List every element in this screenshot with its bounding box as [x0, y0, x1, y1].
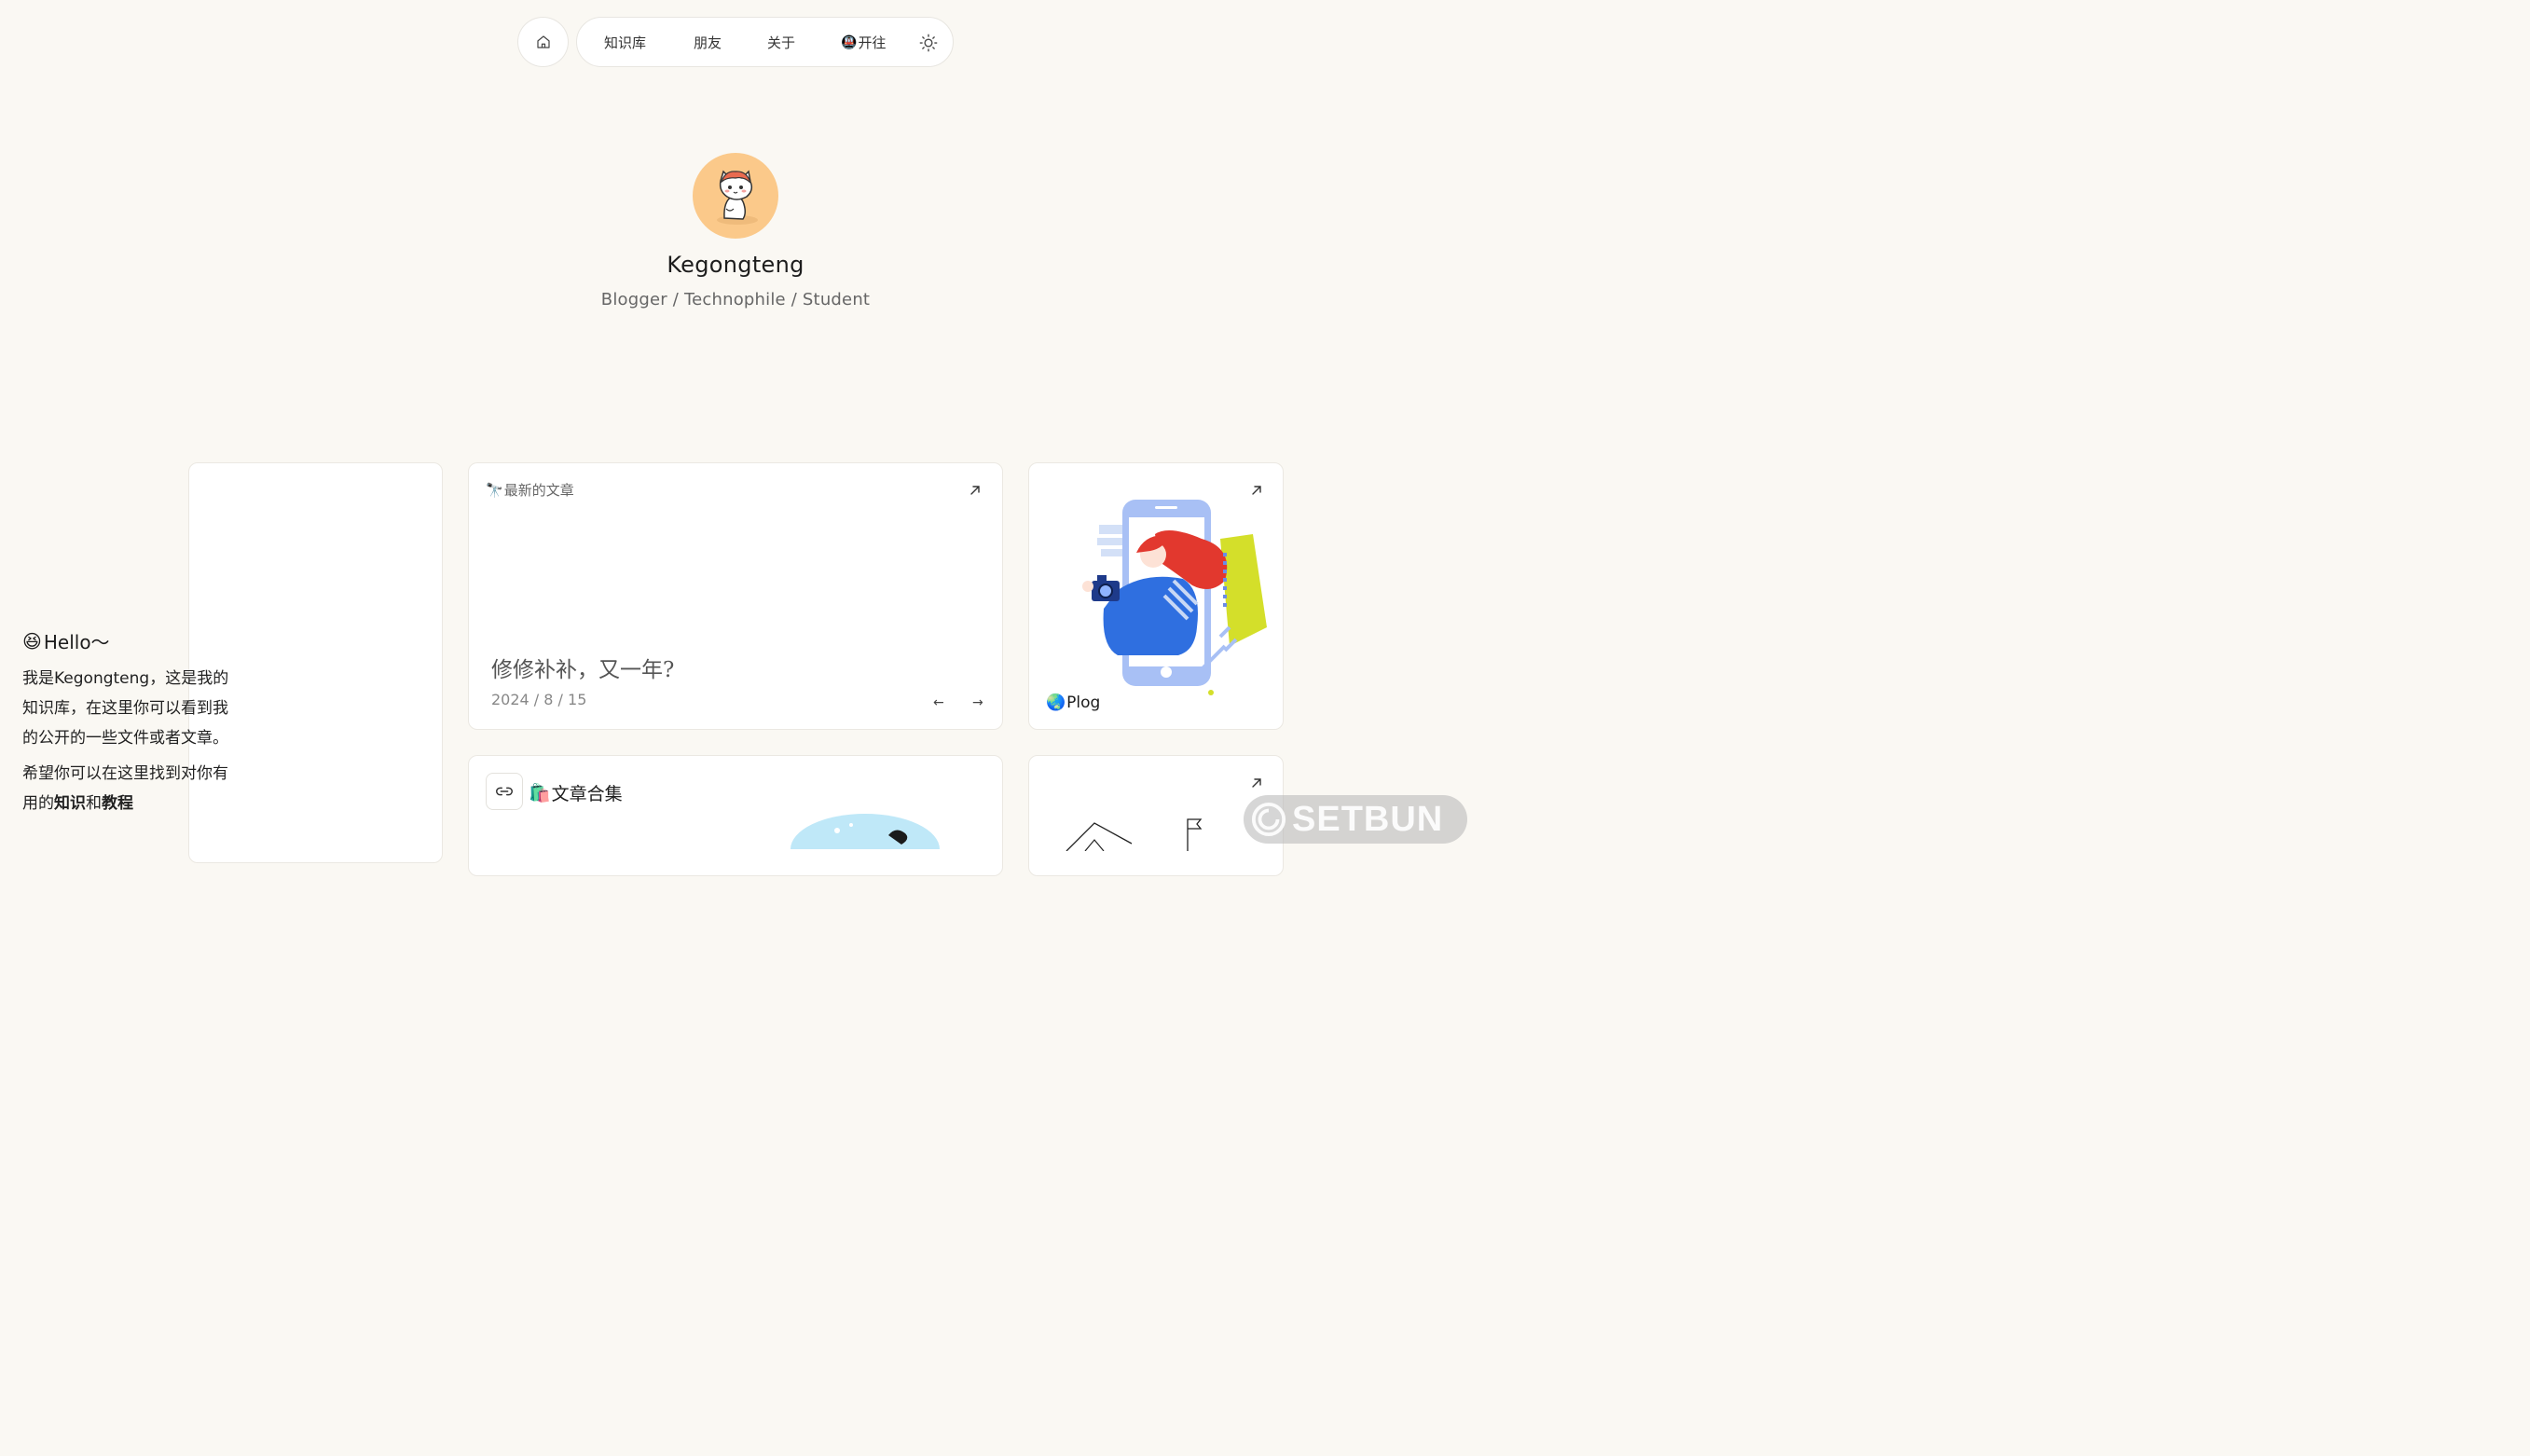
arrow-up-right-icon[interactable] — [1249, 483, 1264, 498]
page: 知识库 朋友 关于 🚇 开往 Kegongteng Blogger / Tech… — [0, 0, 1467, 876]
metro-emoji-icon: 🚇 — [841, 34, 858, 50]
profile-name: Kegongteng — [667, 252, 804, 278]
hello-bold-tutorial: 教程 — [102, 794, 133, 813]
nav-bar: 知识库 朋友 关于 🚇 开往 — [576, 17, 954, 67]
telescope-emoji-icon: 🔭 — [486, 481, 503, 499]
plog-label: 🌏 Plog — [1046, 694, 1100, 712]
globe-emoji-icon: 🌏 — [1046, 694, 1066, 712]
hello-title-text: Hello～ — [43, 631, 110, 653]
watermark-logo-icon — [1251, 802, 1286, 837]
nav-item-travelling[interactable]: 🚇 开往 — [841, 33, 886, 52]
latest-article-label-text: 最新的文章 — [503, 482, 574, 499]
nav-item-about[interactable]: 关于 — [767, 33, 795, 52]
hello-body: 我是Kegongteng，这是我的知识库，在这里你可以看到我的公开的一些文件或者… — [22, 664, 237, 824]
shopping-bags-emoji-icon: 🛍️ — [529, 783, 551, 804]
collection-illustration — [791, 814, 940, 849]
cat-avatar-icon — [717, 170, 758, 225]
latest-article-title[interactable]: 修修补补，又一年? — [491, 652, 674, 683]
hello-paragraph-2-mid: 和 — [86, 794, 102, 813]
sun-icon[interactable] — [918, 33, 939, 53]
watermark-text: SETBUN — [1292, 799, 1444, 839]
avatar — [693, 153, 778, 239]
arrow-up-right-icon[interactable] — [968, 483, 983, 498]
latest-article-card[interactable]: 🔭 最新的文章 修修补补，又一年? 2024 / 8 / 15 ← → — [468, 462, 1003, 730]
hello-paragraph-2: 希望你可以在这里找到对你有用的知识和教程 — [22, 759, 237, 818]
plog-label-text: Plog — [1066, 694, 1101, 712]
photographer-illustration — [1082, 500, 1267, 695]
hello-title: 😆 Hello～ — [22, 627, 110, 654]
article-collection-label: 🛍️ 文章合集 — [529, 780, 623, 805]
profile-tagline: Blogger / Technophile / Student — [600, 290, 871, 309]
latest-article-label: 🔭 最新的文章 — [486, 480, 574, 500]
next-article-button[interactable]: → — [972, 695, 983, 710]
link-button[interactable] — [486, 773, 523, 810]
latest-article-date: 2024 / 8 / 15 — [491, 691, 587, 708]
laughing-emoji-icon: 😆 — [22, 629, 42, 652]
home-button[interactable] — [517, 17, 569, 67]
article-collection-card[interactable]: 🛍️ 文章合集 — [468, 755, 1003, 876]
plog-card[interactable]: 🌏 Plog — [1028, 462, 1284, 730]
home-icon — [536, 35, 550, 48]
nav-item-friends[interactable]: 朋友 — [694, 33, 722, 52]
article-collection-label-text: 文章合集 — [551, 784, 623, 804]
hello-bold-knowledge: 知识 — [54, 794, 86, 813]
mountain-flag-illustration — [1066, 818, 1203, 851]
nav-item-travelling-label: 开往 — [858, 34, 887, 51]
watermark: SETBUN — [1244, 795, 1467, 844]
arrow-up-right-icon[interactable] — [1249, 776, 1264, 790]
link-icon — [496, 787, 513, 796]
prev-article-button[interactable]: ← — [933, 695, 944, 710]
nav-item-knowledge[interactable]: 知识库 — [604, 33, 646, 52]
hello-paragraph-1: 我是Kegongteng，这是我的知识库，在这里你可以看到我的公开的一些文件或者… — [22, 669, 229, 748]
